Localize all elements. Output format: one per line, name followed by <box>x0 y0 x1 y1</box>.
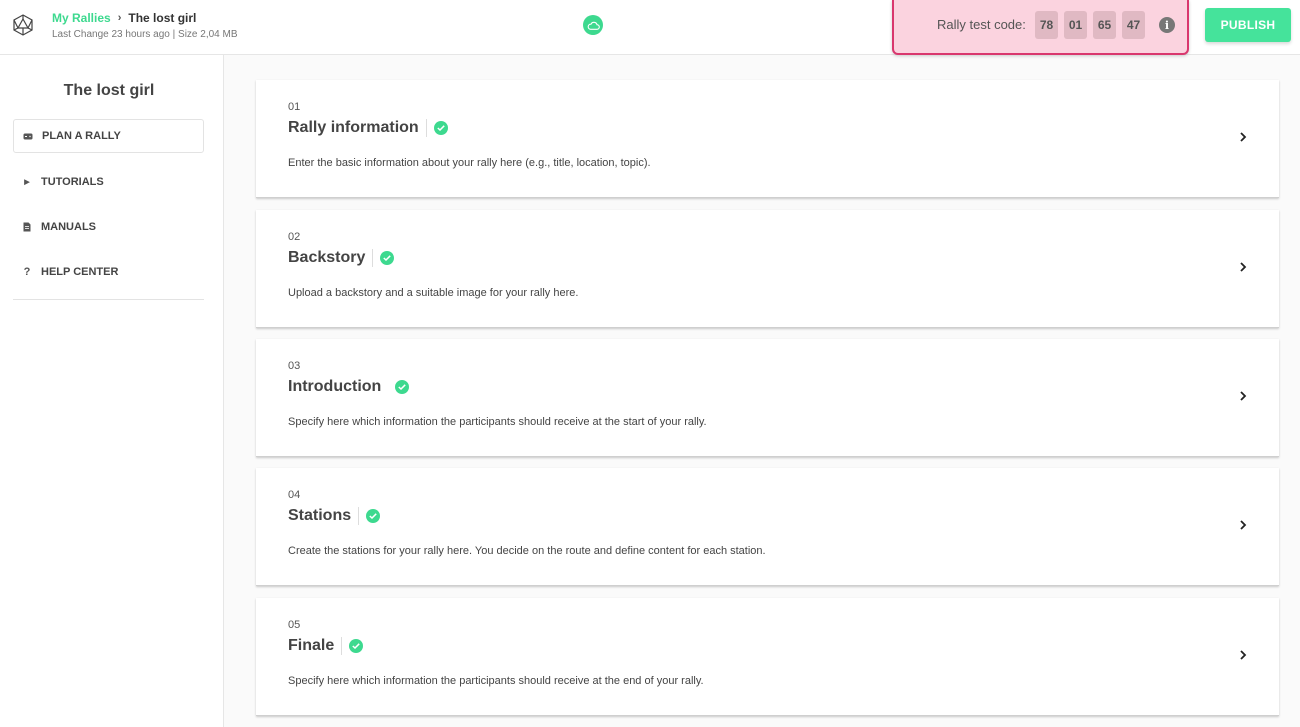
step-title: Stations <box>288 507 360 525</box>
sidebar-item-label: PLAN A RALLY <box>42 130 121 142</box>
info-icon[interactable]: i <box>1159 17 1175 33</box>
breadcrumb: My Rallies › The lost girl <box>52 11 196 25</box>
step-title: Introduction <box>288 378 382 395</box>
cloud-sync-icon[interactable] <box>583 15 603 35</box>
test-code-digits: 78 01 65 47 <box>1035 11 1145 39</box>
sidebar: The lost girl PLAN A RALLY ▶ TUTORIALS M… <box>0 55 224 727</box>
sidebar-item-label: TUTORIALS <box>41 176 104 188</box>
test-code-digit: 65 <box>1093 11 1116 39</box>
app-logo-icon[interactable] <box>12 14 34 36</box>
gamepad-icon <box>22 133 34 140</box>
sidebar-item-label: HELP CENTER <box>41 266 119 278</box>
test-code-label: Rally test code: <box>937 17 1026 32</box>
step-title-row: Stations <box>288 507 381 525</box>
step-card-introduction[interactable]: 03 Introduction Specify here which infor… <box>256 339 1279 457</box>
step-description: Specify here which information the parti… <box>288 675 704 687</box>
step-title-row: Finale <box>288 637 364 655</box>
step-number: 05 <box>288 619 301 631</box>
chevron-right-icon[interactable] <box>1237 518 1249 532</box>
chevron-right-icon[interactable] <box>1237 389 1249 403</box>
rally-meta-info: Last Change 23 hours ago | Size 2,04 MB <box>52 29 238 40</box>
sidebar-item-help-center[interactable]: ? HELP CENTER <box>13 255 204 289</box>
test-code-digit: 78 <box>1035 11 1058 39</box>
step-number: 01 <box>288 101 301 113</box>
sidebar-divider <box>13 299 204 300</box>
test-code-digit: 01 <box>1064 11 1087 39</box>
step-card-finale[interactable]: 05 Finale Specify here which information… <box>256 598 1279 716</box>
step-title: Rally information <box>288 119 427 137</box>
check-circle-icon <box>395 380 410 394</box>
top-bar: My Rallies › The lost girl Last Change 2… <box>0 0 1300 55</box>
sidebar-rally-title: The lost girl <box>63 82 155 99</box>
step-description: Upload a backstory and a suitable image … <box>288 287 579 299</box>
step-number: 03 <box>288 360 301 372</box>
step-title-row: Introduction <box>288 378 410 396</box>
step-description: Create the stations for your rally here.… <box>288 545 766 557</box>
breadcrumb-separator-icon: › <box>117 12 122 24</box>
breadcrumb-current: The lost girl <box>128 11 197 25</box>
step-card-backstory[interactable]: 02 Backstory Upload a backstory and a su… <box>256 210 1279 328</box>
check-circle-icon <box>366 509 381 523</box>
step-description: Specify here which information the parti… <box>288 416 707 428</box>
step-card-rally-information[interactable]: 01 Rally information Enter the basic inf… <box>256 80 1279 198</box>
sidebar-item-plan-a-rally[interactable]: PLAN A RALLY <box>13 119 204 153</box>
document-icon <box>21 222 33 232</box>
chevron-right-icon[interactable] <box>1237 648 1249 662</box>
sidebar-item-tutorials[interactable]: ▶ TUTORIALS <box>13 165 204 199</box>
step-title-row: Backstory <box>288 249 395 267</box>
step-title: Finale <box>288 637 343 655</box>
step-number: 04 <box>288 489 301 501</box>
sidebar-item-manuals[interactable]: MANUALS <box>13 210 204 244</box>
chevron-right-icon[interactable] <box>1237 130 1249 144</box>
play-icon: ▶ <box>24 179 30 186</box>
sidebar-item-label: MANUALS <box>41 221 96 233</box>
check-circle-icon <box>349 639 364 653</box>
check-circle-icon <box>433 121 448 135</box>
publish-button[interactable]: PUBLISH <box>1205 8 1291 42</box>
step-title: Backstory <box>288 249 374 267</box>
breadcrumb-my-rallies-link[interactable]: My Rallies <box>52 11 111 25</box>
chevron-right-icon[interactable] <box>1237 260 1249 274</box>
step-number: 02 <box>288 231 301 243</box>
step-description: Enter the basic information about your r… <box>288 157 651 169</box>
step-title-row: Rally information <box>288 119 448 137</box>
check-circle-icon <box>380 251 395 265</box>
question-icon: ? <box>23 266 31 278</box>
step-card-stations[interactable]: 04 Stations Create the stations for your… <box>256 468 1279 586</box>
test-code-digit: 47 <box>1122 11 1145 39</box>
rally-test-code-panel: Rally test code: 78 01 65 47 i <box>892 0 1189 55</box>
